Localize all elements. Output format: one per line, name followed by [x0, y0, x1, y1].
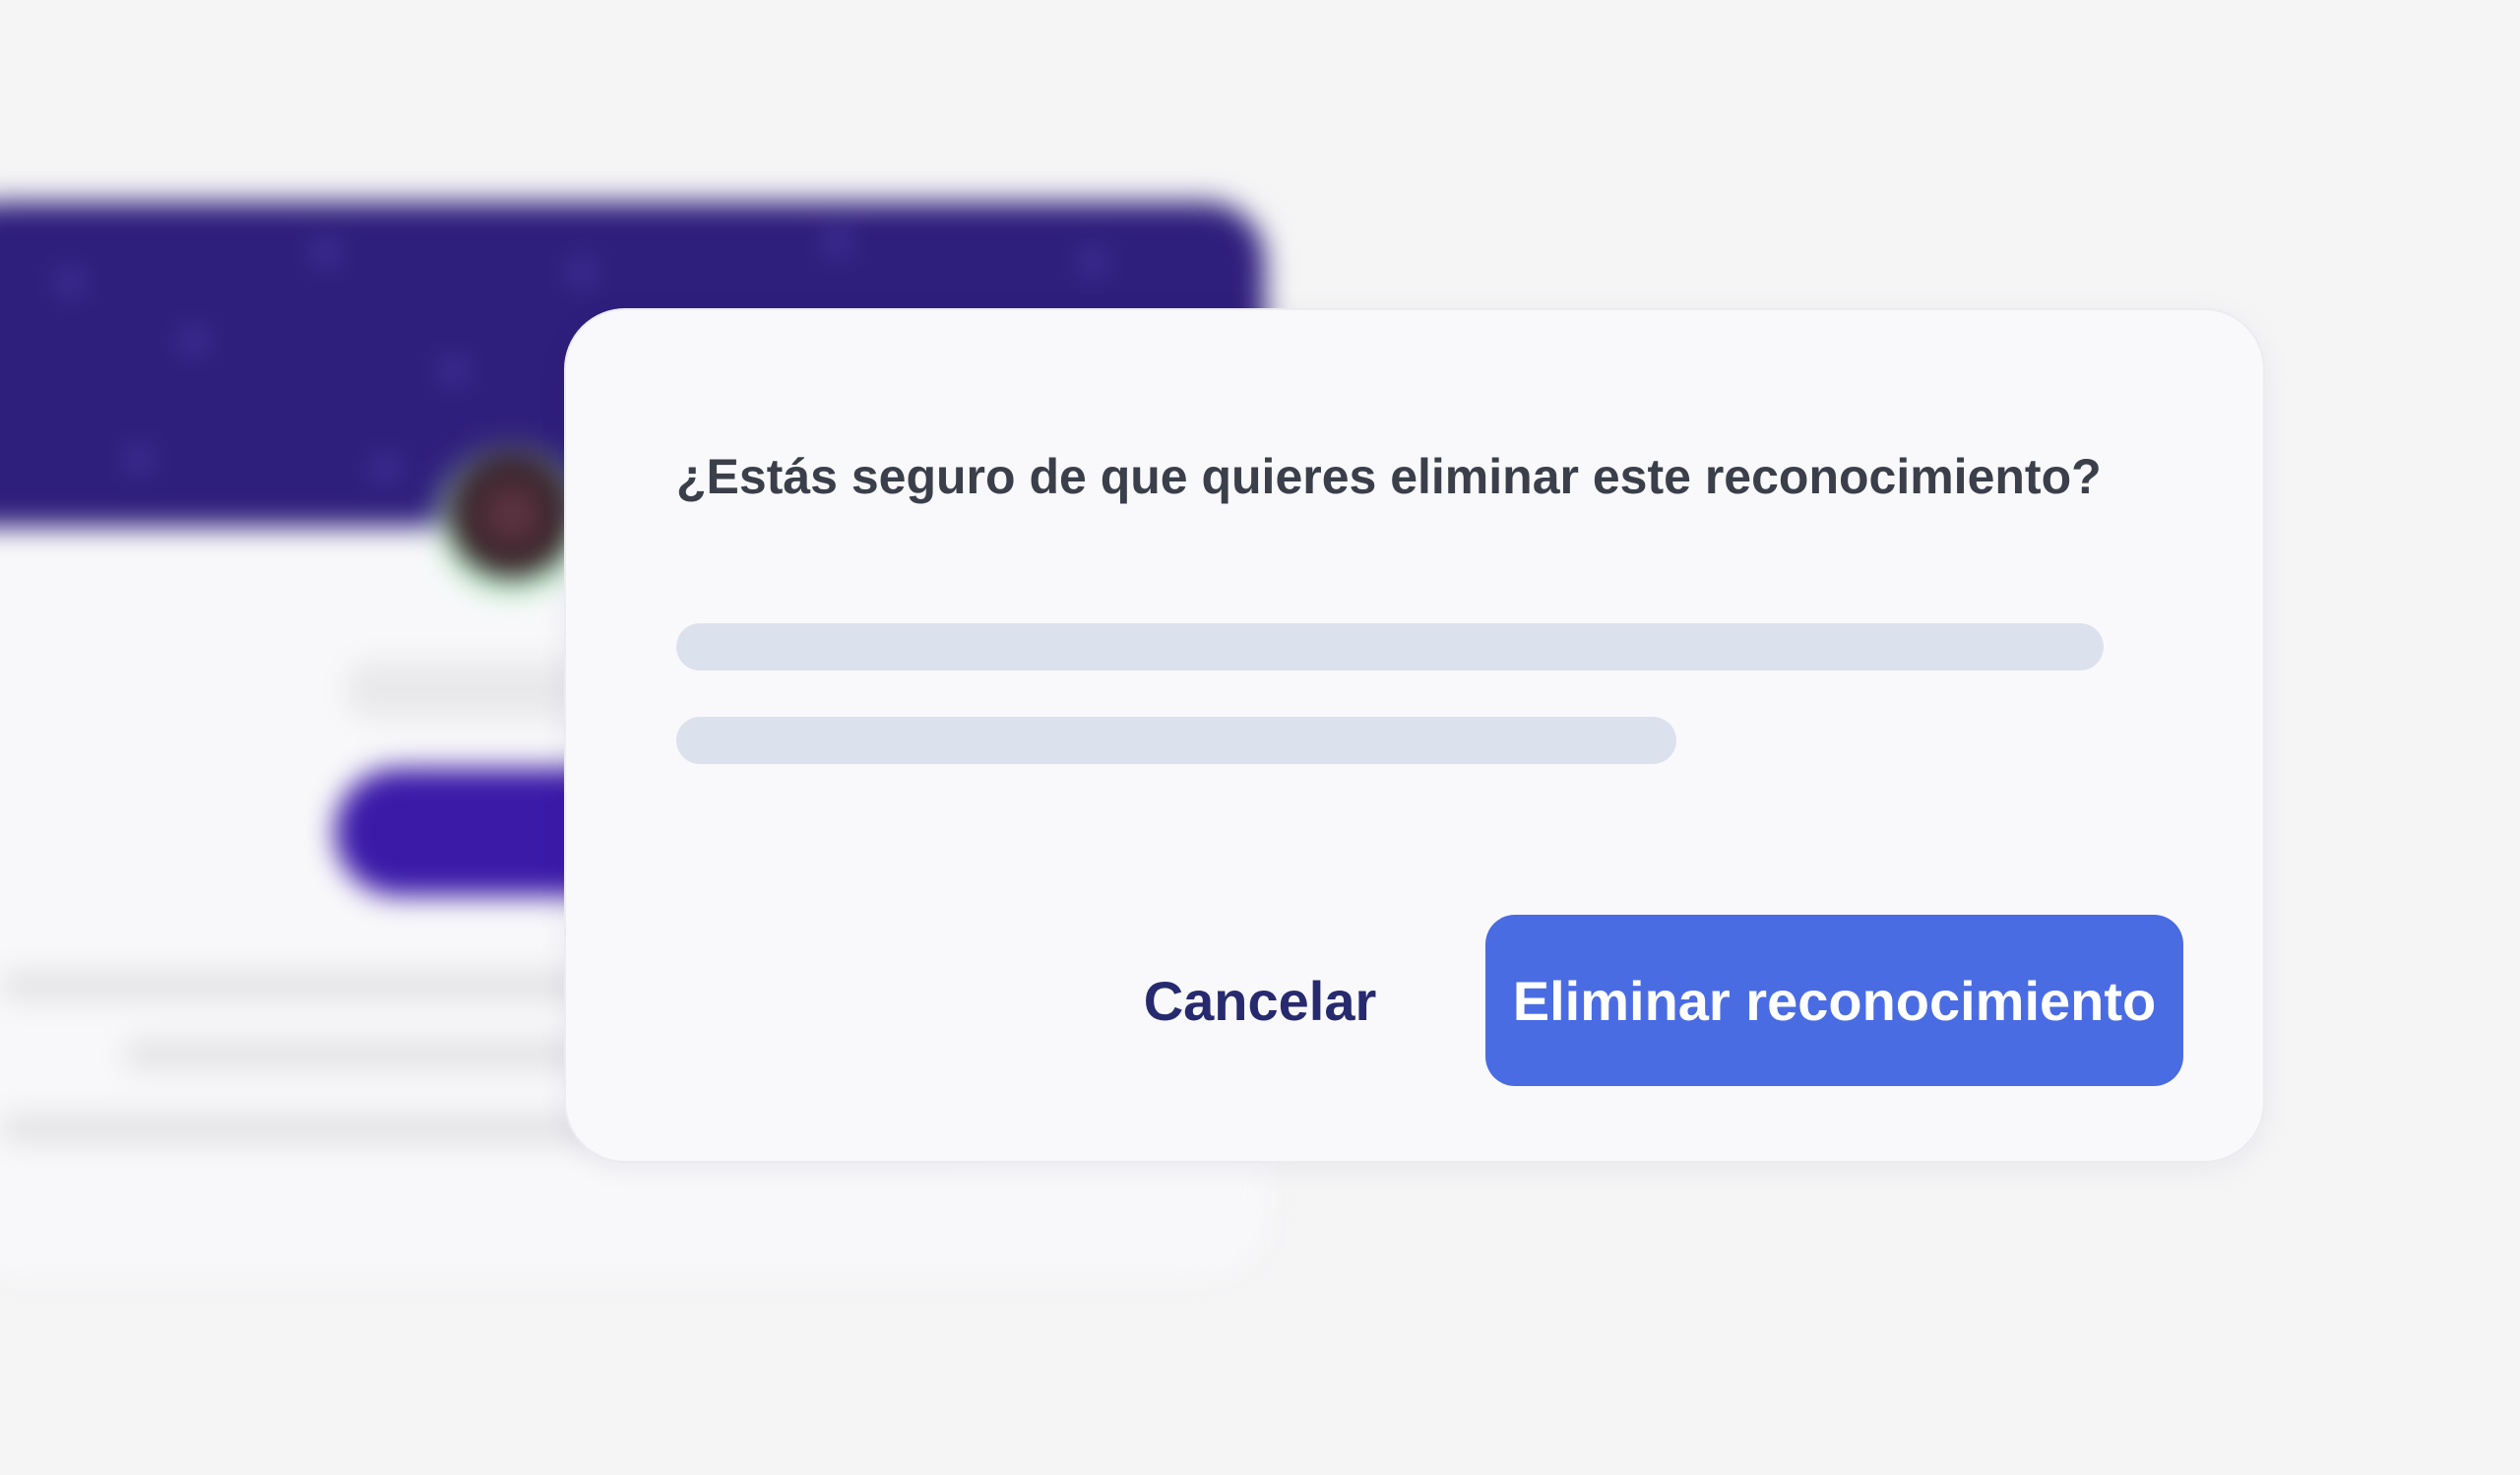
cancel-button[interactable]: Cancelar [1098, 956, 1422, 1045]
banner-dot [1083, 251, 1104, 273]
cancel-button-area: Cancelar [1098, 915, 1422, 1086]
banner-dot [182, 330, 204, 352]
banner-dot [443, 359, 465, 381]
skeleton-text-line [676, 623, 2104, 671]
banner-dot [128, 448, 150, 470]
banner-dot [827, 231, 849, 253]
banner-dot [315, 241, 337, 263]
delete-recognition-button[interactable]: Eliminar reconocimiento [1485, 915, 2183, 1086]
banner-dot [59, 271, 81, 292]
skeleton-text-line [676, 717, 1676, 764]
delete-confirmation-dialog: ¿Estás seguro de que quieres eliminar es… [564, 308, 2265, 1163]
banner-dot [571, 261, 593, 283]
banner-dot [374, 458, 396, 480]
dialog-title: ¿Estás seguro de que quieres eliminar es… [676, 449, 2102, 504]
